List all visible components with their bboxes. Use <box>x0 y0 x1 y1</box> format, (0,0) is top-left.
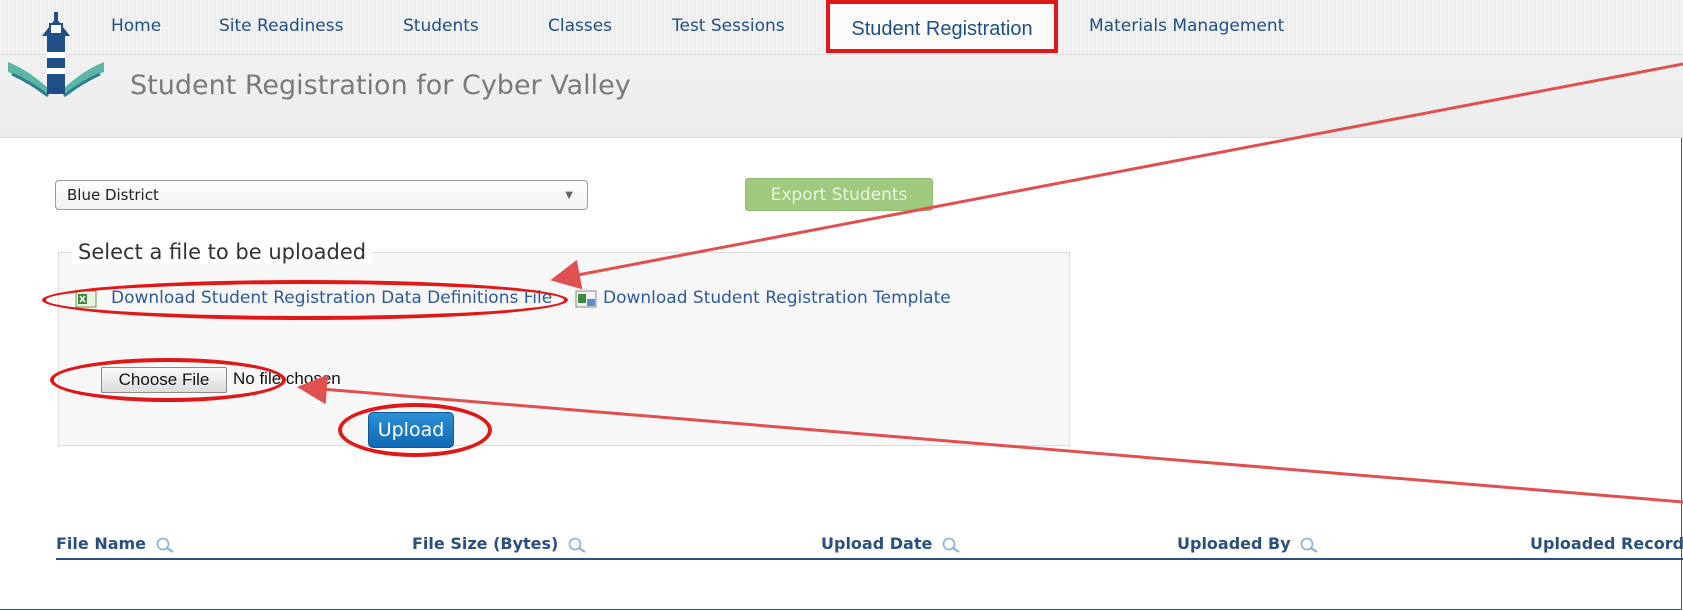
highlight-ellipse-upload <box>338 403 492 457</box>
nav-test-sessions[interactable]: Test Sessions <box>672 16 785 36</box>
column-uploaded-by[interactable]: Uploaded By <box>1177 534 1320 553</box>
search-icon[interactable] <box>156 537 176 553</box>
district-select-value: Blue District <box>67 186 159 204</box>
nav-home[interactable]: Home <box>111 16 161 36</box>
table-header-rule <box>56 558 1683 560</box>
column-uploaded-by-label: Uploaded By <box>1177 534 1291 553</box>
upload-legend: Select a file to be uploaded <box>72 240 373 264</box>
column-uploaded-records[interactable]: Uploaded Records <box>1530 534 1683 553</box>
nav-site-readiness[interactable]: Site Readiness <box>219 16 343 36</box>
column-file-name-label: File Name <box>56 534 147 553</box>
nav-students[interactable]: Students <box>403 16 479 36</box>
highlight-ellipse-definitions <box>42 280 568 320</box>
column-file-size[interactable]: File Size (Bytes) <box>412 534 588 553</box>
header: Home Site Readiness Students Classes Tes… <box>0 0 1683 138</box>
district-select[interactable]: Blue District ▼ <box>55 180 588 210</box>
column-upload-date[interactable]: Upload Date <box>821 534 962 553</box>
nav-student-registration[interactable]: Student Registration <box>826 0 1058 53</box>
search-icon[interactable] <box>942 537 962 553</box>
nav-classes[interactable]: Classes <box>548 16 612 36</box>
column-uploaded-records-label: Uploaded Records <box>1530 534 1683 553</box>
search-icon[interactable] <box>568 537 588 553</box>
column-file-name[interactable]: File Name <box>56 534 176 553</box>
excel-template-icon <box>575 290 597 308</box>
column-upload-date-label: Upload Date <box>821 534 933 553</box>
export-students-button[interactable]: Export Students <box>745 178 933 211</box>
nav-materials-management[interactable]: Materials Management <box>1089 16 1284 36</box>
search-icon[interactable] <box>1300 537 1320 553</box>
chevron-down-icon: ▼ <box>565 190 573 201</box>
page-title: Student Registration for Cyber Valley <box>130 70 631 101</box>
download-template-link[interactable]: Download Student Registration Template <box>603 288 951 308</box>
highlight-ellipse-choose-file <box>50 358 286 402</box>
column-file-size-label: File Size (Bytes) <box>412 534 559 553</box>
lighthouse-logo-icon <box>8 12 104 98</box>
